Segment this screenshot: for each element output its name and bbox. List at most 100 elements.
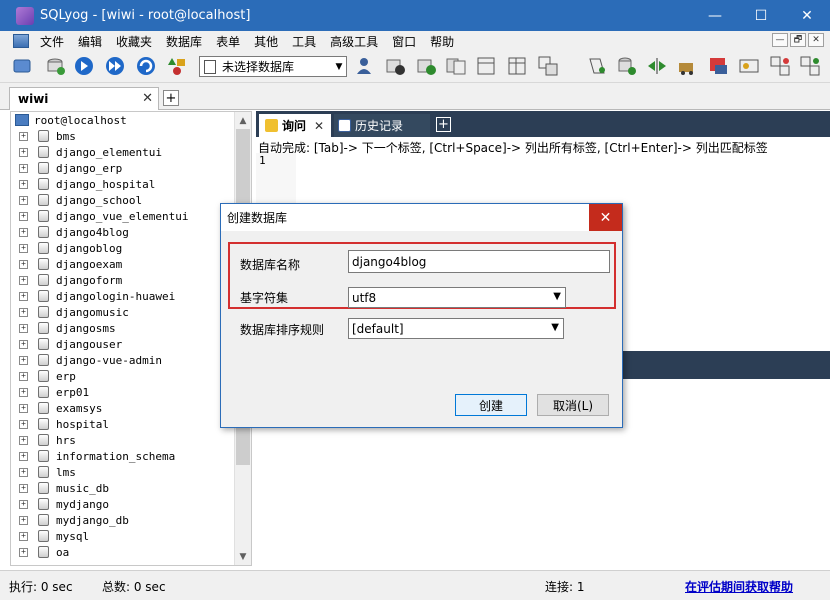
add-connection-tab-button[interactable]: + xyxy=(163,90,179,106)
expand-icon[interactable]: + xyxy=(19,355,28,365)
db-name-input[interactable]: django4blog xyxy=(348,250,610,273)
tree-item[interactable]: + mydjango xyxy=(11,496,235,512)
menu-advanced-tools[interactable]: 高级工具 xyxy=(323,33,385,50)
tree-item[interactable]: + mysql xyxy=(11,528,235,544)
connection-tab[interactable]: wiwi ✕ xyxy=(9,87,159,110)
copy-db-icon[interactable] xyxy=(444,54,468,78)
tree-item[interactable]: + django-vue-admin xyxy=(11,352,235,368)
tree-item[interactable]: + djangouser xyxy=(11,336,235,352)
tree-item[interactable]: + djangoexam xyxy=(11,256,235,272)
menu-file[interactable]: 文件 xyxy=(33,33,71,50)
tree-item[interactable]: + erp01 xyxy=(11,384,235,400)
menu-other[interactable]: 其他 xyxy=(247,33,285,50)
tab-query[interactable]: 询问 ✕ xyxy=(259,114,331,137)
data-sync-icon[interactable] xyxy=(798,54,822,78)
tree-item[interactable]: + bms xyxy=(11,128,235,144)
menu-help[interactable]: 帮助 xyxy=(423,33,461,50)
create-button[interactable]: 创建 xyxy=(455,394,527,416)
backup-db-icon[interactable] xyxy=(383,54,407,78)
tree-item[interactable]: + lms xyxy=(11,464,235,480)
menu-favorites[interactable]: 收藏夹 xyxy=(109,33,159,50)
expand-icon[interactable]: + xyxy=(19,547,28,557)
expand-icon[interactable]: + xyxy=(19,451,28,461)
expand-icon[interactable]: + xyxy=(19,275,28,285)
scheduled-job-icon[interactable] xyxy=(706,54,730,78)
expand-icon[interactable]: + xyxy=(19,291,28,301)
expand-icon[interactable]: + xyxy=(19,499,28,509)
tree-item[interactable]: + django_school xyxy=(11,192,235,208)
expand-icon[interactable]: + xyxy=(19,339,28,349)
shapes-icon[interactable] xyxy=(165,54,189,78)
schema-designer-icon[interactable] xyxy=(536,54,560,78)
mdi-minimize-button[interactable]: — xyxy=(772,33,788,47)
expand-icon[interactable]: + xyxy=(19,163,28,173)
import-icon[interactable] xyxy=(615,54,639,78)
cancel-button[interactable]: 取消(L) xyxy=(537,394,609,416)
add-db-icon[interactable] xyxy=(44,54,68,78)
menu-window[interactable]: 窗口 xyxy=(385,33,423,50)
close-tab-icon[interactable]: ✕ xyxy=(314,119,324,133)
close-button[interactable]: ✕ xyxy=(784,0,830,31)
tree-item[interactable]: + djangologin-huawei xyxy=(11,288,235,304)
expand-icon[interactable]: + xyxy=(19,211,28,221)
expand-icon[interactable]: + xyxy=(19,419,28,429)
tree-item[interactable]: + django_vue_elementui xyxy=(11,208,235,224)
expand-icon[interactable]: + xyxy=(19,259,28,269)
collation-select[interactable]: [default] ▼ xyxy=(348,318,564,339)
maximize-button[interactable]: ☐ xyxy=(738,0,784,31)
expand-icon[interactable]: + xyxy=(19,531,28,541)
menu-table[interactable]: 表单 xyxy=(209,33,247,50)
restore-db-icon[interactable] xyxy=(414,54,438,78)
expand-icon[interactable]: + xyxy=(19,387,28,397)
expand-icon[interactable]: + xyxy=(19,371,28,381)
sync-icon[interactable] xyxy=(645,54,669,78)
mdi-close-button[interactable]: ✕ xyxy=(808,33,824,47)
tree-item[interactable]: + erp xyxy=(11,368,235,384)
expand-icon[interactable]: + xyxy=(19,131,28,141)
tree-item[interactable]: + django_erp xyxy=(11,160,235,176)
tree-item[interactable]: + examsys xyxy=(11,400,235,416)
expand-icon[interactable]: + xyxy=(19,435,28,445)
table-structure-icon[interactable] xyxy=(474,54,498,78)
tree-item[interactable]: + django_hospital xyxy=(11,176,235,192)
tree-item[interactable]: + hrs xyxy=(11,432,235,448)
tree-item[interactable]: + hospital xyxy=(11,416,235,432)
scroll-up-icon[interactable]: ▲ xyxy=(235,112,251,129)
expand-icon[interactable]: + xyxy=(19,323,28,333)
dialog-close-button[interactable]: ✕ xyxy=(589,204,622,231)
tree-item[interactable]: + djangoblog xyxy=(11,240,235,256)
menu-tools[interactable]: 工具 xyxy=(285,33,323,50)
expand-icon[interactable]: + xyxy=(19,243,28,253)
query-builder-icon[interactable] xyxy=(585,54,609,78)
tree-item[interactable]: + oa xyxy=(11,544,235,560)
charset-select[interactable]: utf8 ▼ xyxy=(348,287,566,308)
expand-icon[interactable]: + xyxy=(19,179,28,189)
tree-item[interactable]: + djangomusic xyxy=(11,304,235,320)
menu-edit[interactable]: 编辑 xyxy=(71,33,109,50)
expand-icon[interactable]: + xyxy=(19,515,28,525)
database-select[interactable]: 未选择数据库 ▼ xyxy=(199,56,347,77)
tree-root[interactable]: root@localhost xyxy=(11,112,235,128)
schema-sync-icon[interactable] xyxy=(768,54,792,78)
scroll-down-icon[interactable]: ▼ xyxy=(235,548,251,565)
tree-item[interactable]: + mydjango_db xyxy=(11,512,235,528)
execute-query-icon[interactable] xyxy=(72,54,96,78)
notification-icon[interactable] xyxy=(737,54,761,78)
mdi-window-icon[interactable] xyxy=(13,34,29,48)
help-link[interactable]: 在评估期间获取帮助 xyxy=(685,578,793,595)
tree-item[interactable]: + djangoform xyxy=(11,272,235,288)
tree-item[interactable]: + music_db xyxy=(11,480,235,496)
expand-icon[interactable]: + xyxy=(19,195,28,205)
mdi-restore-button[interactable]: 🗗 xyxy=(790,33,806,47)
expand-icon[interactable]: + xyxy=(19,483,28,493)
expand-icon[interactable]: + xyxy=(19,227,28,237)
tree-item[interactable]: + django_elementui xyxy=(11,144,235,160)
add-query-tab-button[interactable]: + xyxy=(436,117,451,132)
expand-icon[interactable]: + xyxy=(19,307,28,317)
tree-item[interactable]: + django4blog xyxy=(11,224,235,240)
execute-all-icon[interactable] xyxy=(103,54,127,78)
minimize-button[interactable]: — xyxy=(692,0,738,31)
expand-icon[interactable]: + xyxy=(19,403,28,413)
migration-icon[interactable] xyxy=(676,54,700,78)
tab-history[interactable]: 历史记录 xyxy=(334,114,430,137)
